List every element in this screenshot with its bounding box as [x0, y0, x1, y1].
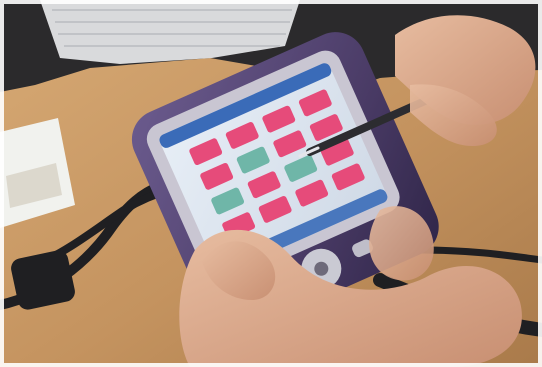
photo-handheld-pda-with-stylus [0, 0, 542, 367]
